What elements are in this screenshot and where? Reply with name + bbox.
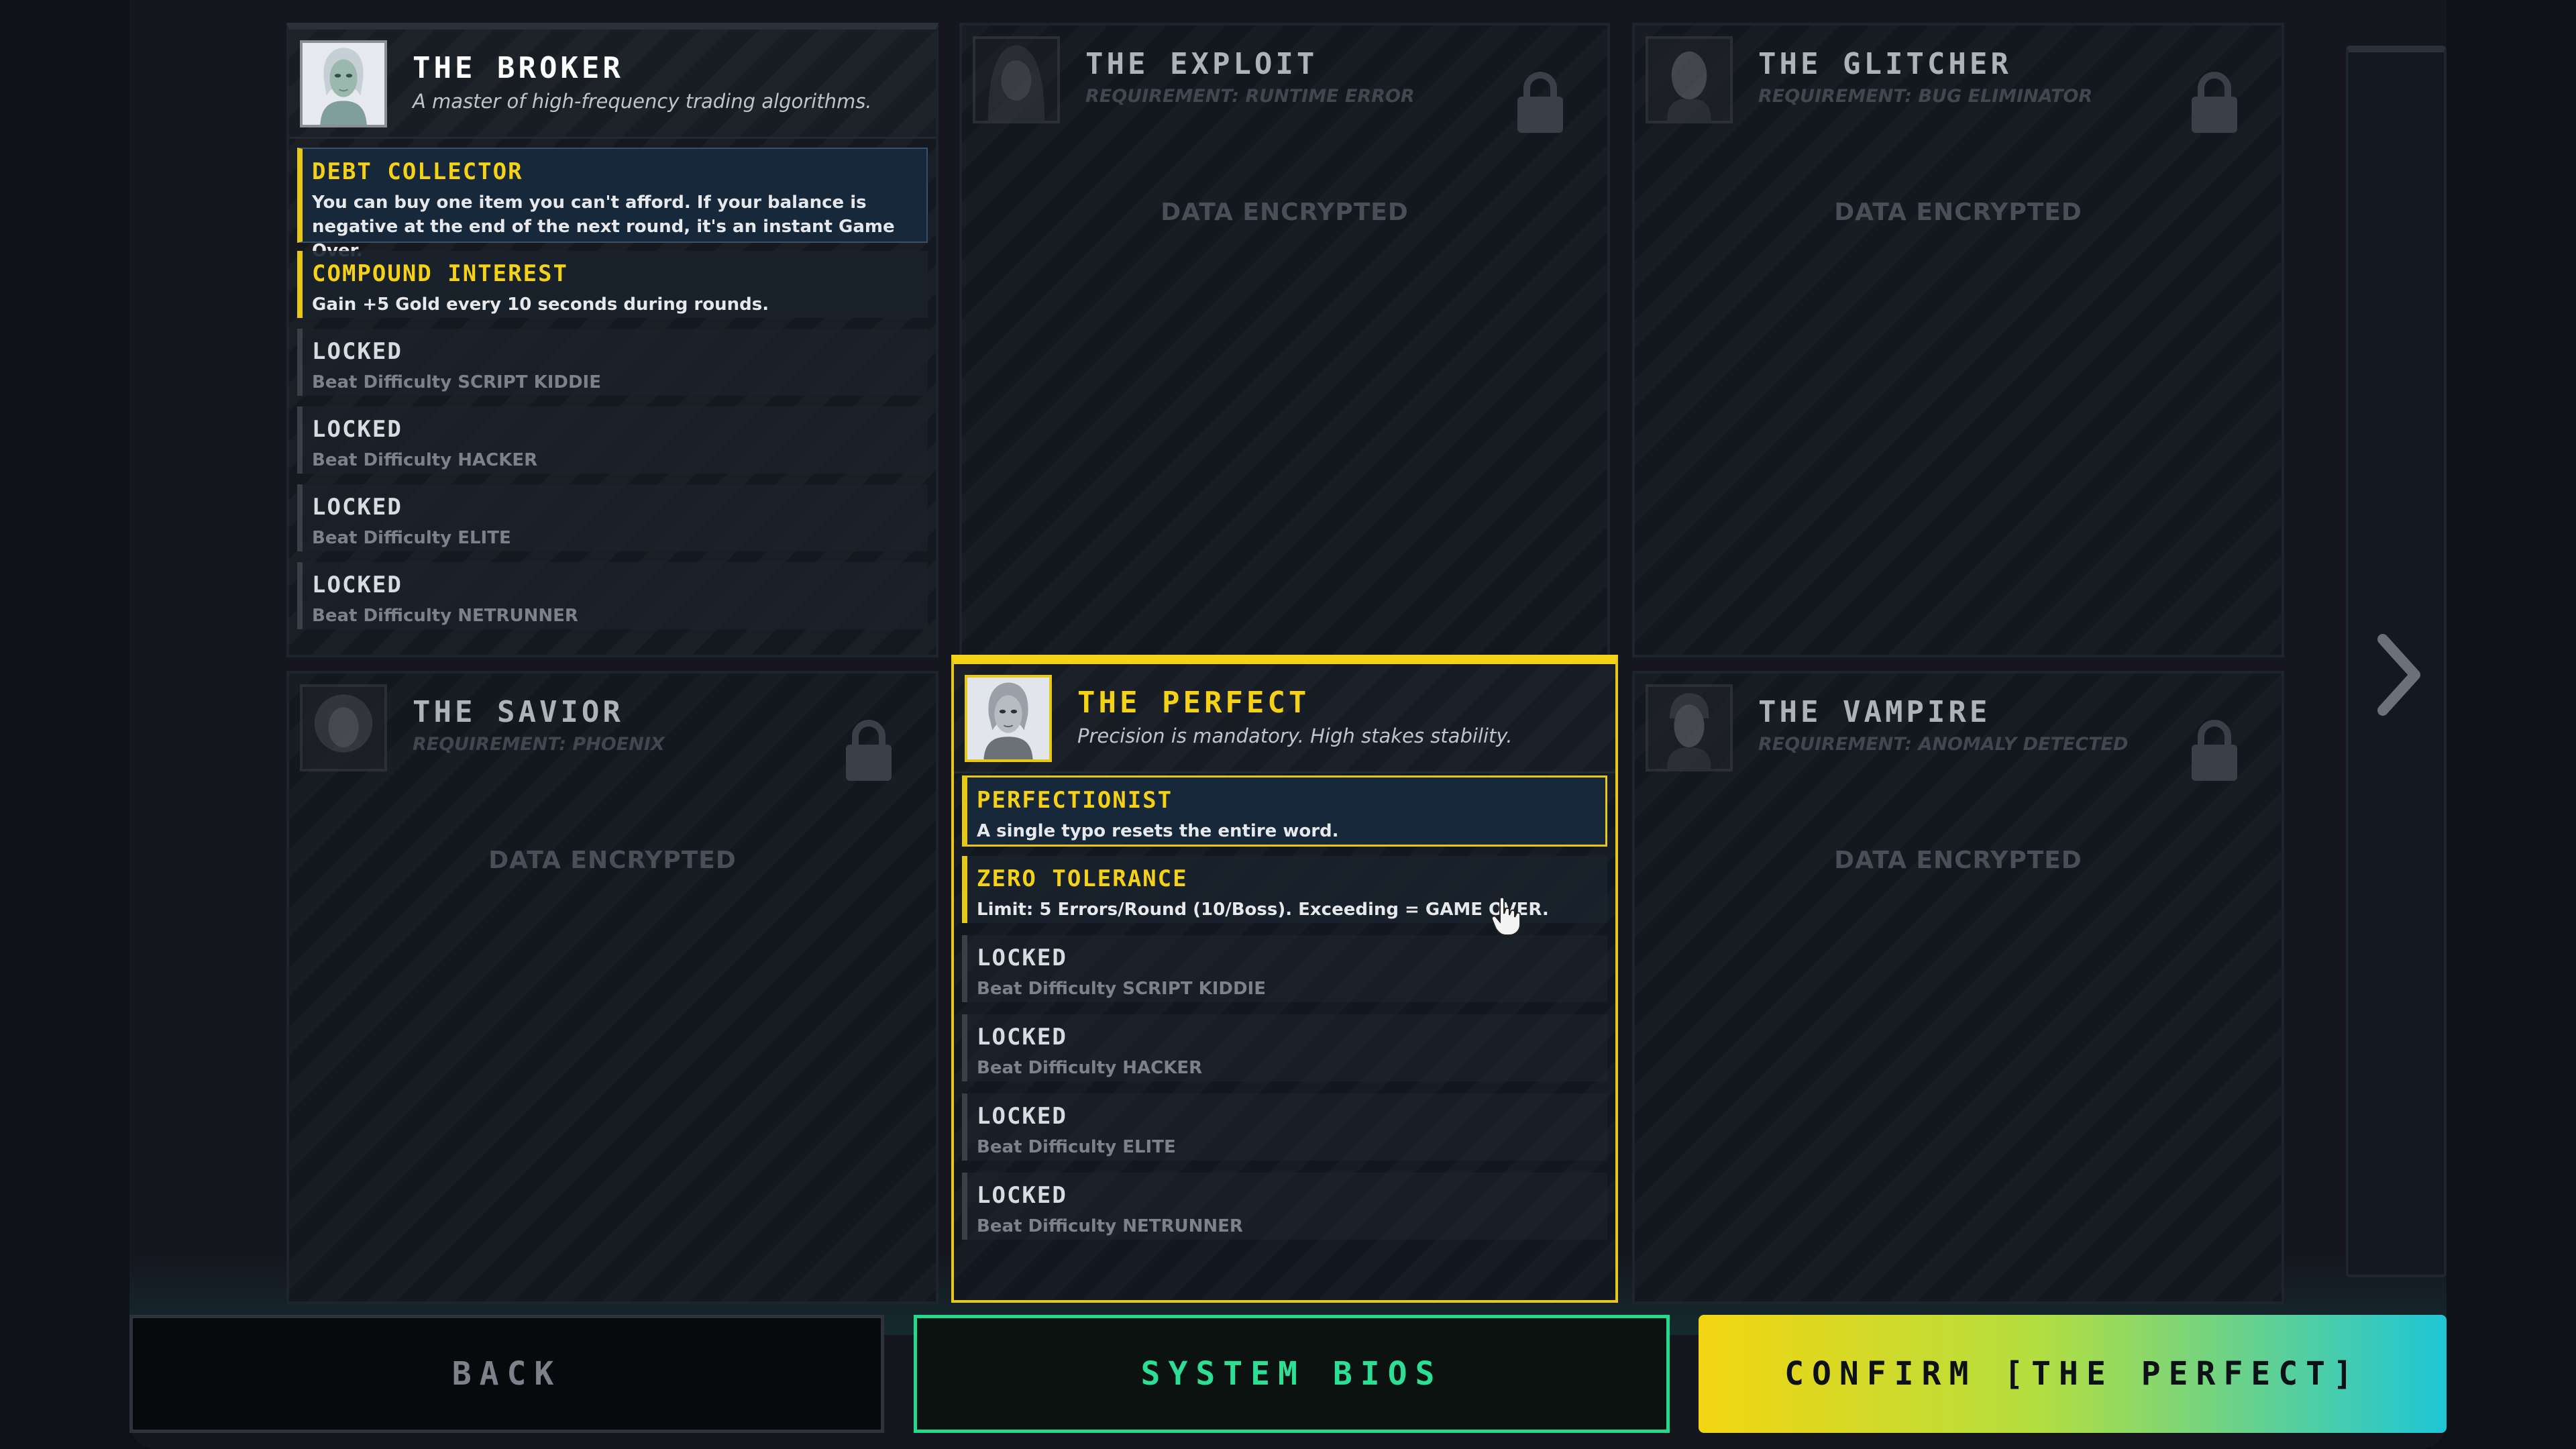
perk-locked-hacker: LOCKED Beat Difficulty HACKER [962,1014,1607,1081]
lock-icon [2192,720,2237,781]
character-card-savior[interactable]: THE SAVIOR REQUIREMENT: PHOENIX DATA ENC… [286,671,938,1304]
card-header: THE GLITCHER REQUIREMENT: BUG ELIMINATOR [1635,25,2282,133]
perk-description: A single typo resets the entire word. [977,821,1339,841]
perk-title: LOCKED [312,338,402,365]
perk-requirement: Beat Difficulty SCRIPT KIDDIE [312,372,601,392]
perk-title: LOCKED [312,494,402,521]
perk-requirement: Beat Difficulty SCRIPT KIDDIE [977,979,1266,999]
data-encrypted-label: DATA ENCRYPTED [1834,847,2082,874]
female-android-portrait-icon [300,40,387,127]
character-name: THE PERFECT [1077,686,1310,720]
perk-locked-elite: LOCKED Beat Difficulty ELITE [962,1093,1607,1161]
perk-locked-elite: LOCKED Beat Difficulty ELITE [297,484,928,551]
unlock-requirement: REQUIREMENT: PHOENIX [413,734,665,755]
perk-requirement: Beat Difficulty HACKER [977,1058,1203,1078]
chevron-right-icon[interactable] [2373,633,2424,717]
perk-locked-netrunner: LOCKED Beat Difficulty NETRUNNER [962,1173,1607,1240]
perk-requirement: Beat Difficulty NETRUNNER [977,1216,1243,1236]
hooded-figure-portrait-icon [973,36,1060,123]
character-card-vampire[interactable]: THE VAMPIRE REQUIREMENT: ANOMALY DETECTE… [1632,671,2284,1304]
perk-title: LOCKED [312,416,402,443]
silver-android-portrait-icon [965,675,1052,762]
next-page-panel[interactable] [2346,46,2447,1277]
perk-title: LOCKED [977,1103,1067,1130]
card-header: THE SAVIOR REQUIREMENT: PHOENIX [289,674,936,781]
perk-perfectionist[interactable]: PERFECTIONIST A single typo resets the e… [962,775,1607,847]
character-name: THE BROKER [413,51,624,85]
card-header: THE PERFECT Precision is mandatory. High… [954,664,1615,773]
character-card-glitcher[interactable]: THE GLITCHER REQUIREMENT: BUG ELIMINATOR… [1632,23,2284,657]
card-header: THE EXPLOIT REQUIREMENT: RUNTIME ERROR [962,25,1607,133]
perk-compound-interest[interactable]: COMPOUND INTEREST Gain +5 Gold every 10 … [297,251,928,318]
perk-requirement: Beat Difficulty ELITE [977,1137,1176,1157]
perk-requirement: Beat Difficulty NETRUNNER [312,606,578,626]
data-encrypted-label: DATA ENCRYPTED [488,847,737,874]
hand-pointer-icon [1491,896,1521,936]
lock-icon [1517,72,1563,133]
lock-icon [2192,72,2237,133]
perk-title: LOCKED [977,945,1067,971]
perk-title: DEBT COLLECTOR [312,158,523,185]
data-encrypted-label: DATA ENCRYPTED [1161,199,1409,226]
character-name: THE VAMPIRE [1758,695,1991,729]
card-header: THE VAMPIRE REQUIREMENT: ANOMALY DETECTE… [1635,674,2282,781]
perk-locked-script-kiddie: LOCKED Beat Difficulty SCRIPT KIDDIE [297,329,928,396]
perk-debt-collector[interactable]: DEBT COLLECTOR You can buy one item you … [297,148,928,261]
back-button[interactable]: BACK [129,1315,884,1433]
perk-locked-script-kiddie: LOCKED Beat Difficulty SCRIPT KIDDIE [962,935,1607,1002]
bald-man-portrait-icon [1646,36,1733,123]
character-card-perfect[interactable]: THE PERFECT Precision is mandatory. High… [951,655,1618,1303]
character-name: THE SAVIOR [413,695,624,729]
character-tagline: Precision is mandatory. High stakes stab… [1077,724,1513,747]
character-name: THE EXPLOIT [1085,47,1318,81]
perk-title: LOCKED [977,1024,1067,1051]
unlock-requirement: REQUIREMENT: BUG ELIMINATOR [1758,86,2093,107]
perk-requirement: Beat Difficulty HACKER [312,450,538,470]
system-bios-button[interactable]: SYSTEM BIOS [914,1315,1670,1433]
character-card-broker[interactable]: THE BROKER A master of high-frequency tr… [286,23,938,657]
perk-title: LOCKED [312,572,402,598]
perk-title: COMPOUND INTEREST [312,260,568,287]
character-name: THE GLITCHER [1758,47,2012,81]
lock-icon [846,720,892,781]
perk-locked-hacker: LOCKED Beat Difficulty HACKER [297,407,928,474]
perk-locked-netrunner: LOCKED Beat Difficulty NETRUNNER [297,562,928,629]
perk-title: PERFECTIONIST [977,787,1173,814]
perk-title: ZERO TOLERANCE [977,865,1188,892]
pale-man-portrait-icon [1646,684,1733,771]
data-encrypted-label: DATA ENCRYPTED [1834,199,2082,226]
unlock-requirement: REQUIREMENT: ANOMALY DETECTED [1758,734,2129,755]
unlock-requirement: REQUIREMENT: RUNTIME ERROR [1085,86,1415,107]
curly-hair-woman-portrait-icon [300,684,387,771]
perk-requirement: Beat Difficulty ELITE [312,528,511,548]
character-tagline: A master of high-frequency trading algor… [413,90,872,113]
character-card-exploit[interactable]: THE EXPLOIT REQUIREMENT: RUNTIME ERROR D… [959,23,1610,657]
card-header: THE BROKER A master of high-frequency tr… [289,30,936,139]
perk-description: Gain +5 Gold every 10 seconds during rou… [312,294,769,315]
perk-title: LOCKED [977,1182,1067,1209]
confirm-button[interactable]: CONFIRM [THE PERFECT] [1699,1315,2447,1433]
